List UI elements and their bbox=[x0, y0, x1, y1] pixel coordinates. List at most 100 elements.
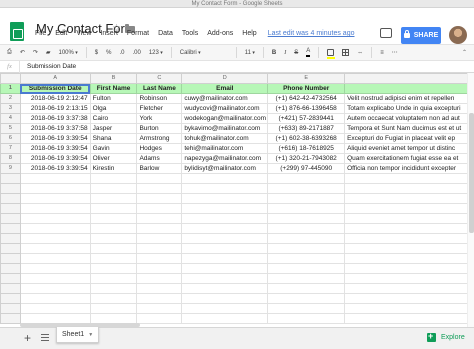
email-cell[interactable]: napezyga@mailinator.com bbox=[181, 153, 269, 164]
decrease-decimals-button[interactable]: .0 bbox=[119, 50, 124, 56]
empty-cell[interactable] bbox=[181, 243, 269, 254]
row-number[interactable] bbox=[0, 293, 21, 304]
row-number[interactable]: 1 bbox=[0, 83, 21, 94]
empty-cell[interactable] bbox=[267, 233, 346, 244]
row-number[interactable]: 8 bbox=[0, 153, 21, 164]
empty-cell[interactable] bbox=[267, 263, 346, 274]
empty-cell[interactable] bbox=[89, 253, 138, 264]
message-cell[interactable]: Tempora et Sunt Nam ducimus est et ut bbox=[344, 123, 474, 134]
empty-cell[interactable] bbox=[344, 313, 474, 324]
menu-tools[interactable]: Tools bbox=[182, 30, 198, 41]
phone-cell[interactable]: (+1) 320-21-7943082 bbox=[267, 153, 346, 164]
empty-cell[interactable] bbox=[136, 173, 183, 184]
column-header[interactable] bbox=[344, 73, 474, 84]
row-number[interactable] bbox=[0, 173, 21, 184]
row-number[interactable] bbox=[0, 183, 21, 194]
empty-cell[interactable] bbox=[89, 193, 138, 204]
select-all-corner[interactable] bbox=[0, 73, 21, 84]
share-button[interactable]: SHARE bbox=[401, 27, 441, 44]
phone-cell[interactable]: (+1) 642-42-4732564 bbox=[267, 93, 346, 104]
submission-date-cell[interactable]: 2018-06-19 3:37:38 bbox=[19, 113, 91, 124]
sheets-logo-icon[interactable] bbox=[10, 22, 24, 41]
submission-date-cell[interactable]: 2018-06-19 3:39:54 bbox=[19, 133, 91, 144]
empty-cell[interactable] bbox=[136, 243, 183, 254]
empty-cell[interactable] bbox=[19, 243, 91, 254]
phone-cell[interactable]: (+616) 18-7618925 bbox=[267, 143, 346, 154]
empty-cell[interactable] bbox=[267, 243, 346, 254]
add-sheet-icon[interactable]: + bbox=[24, 331, 31, 345]
empty-cell[interactable] bbox=[19, 253, 91, 264]
borders-icon[interactable] bbox=[342, 49, 350, 56]
empty-cell[interactable] bbox=[267, 253, 346, 264]
empty-cell[interactable] bbox=[181, 263, 269, 274]
first-name-cell[interactable]: Fulton bbox=[89, 93, 138, 104]
menu-file[interactable]: File bbox=[35, 30, 46, 41]
empty-cell[interactable] bbox=[89, 273, 138, 284]
empty-cell[interactable] bbox=[181, 233, 269, 244]
more-formats-select[interactable]: 123 bbox=[149, 50, 163, 56]
empty-cell[interactable] bbox=[181, 303, 269, 314]
first-name-cell[interactable]: Cairo bbox=[89, 113, 138, 124]
phone-cell[interactable]: (+1) 876-66-1396458 bbox=[267, 103, 346, 114]
row-number[interactable]: 6 bbox=[0, 133, 21, 144]
empty-cell[interactable] bbox=[89, 293, 138, 304]
row-number[interactable] bbox=[0, 203, 21, 214]
empty-cell[interactable] bbox=[267, 223, 346, 234]
empty-cell[interactable] bbox=[344, 303, 474, 314]
last-name-cell[interactable]: Burton bbox=[136, 123, 183, 134]
menu-format[interactable]: Format bbox=[127, 30, 149, 41]
bold-button[interactable]: B bbox=[272, 50, 276, 56]
empty-cell[interactable] bbox=[19, 183, 91, 194]
row-number[interactable] bbox=[0, 213, 21, 224]
text-color-button[interactable]: A bbox=[306, 48, 311, 57]
column-header[interactable]: A bbox=[19, 73, 91, 84]
empty-cell[interactable] bbox=[19, 313, 91, 324]
empty-cell[interactable] bbox=[136, 183, 183, 194]
empty-cell[interactable] bbox=[89, 183, 138, 194]
empty-cell[interactable] bbox=[89, 313, 138, 324]
row-number[interactable] bbox=[0, 233, 21, 244]
email-cell[interactable]: bylidisyt@mailinator.com bbox=[181, 163, 269, 174]
row-number[interactable]: 9 bbox=[0, 163, 21, 174]
last-name-cell[interactable]: Barlow bbox=[136, 163, 183, 174]
first-name-cell[interactable]: Oliver bbox=[89, 153, 138, 164]
last-edit-link[interactable]: Last edit was 4 minutes ago bbox=[268, 30, 355, 41]
submission-date-cell[interactable]: 2018-06-19 3:39:54 bbox=[19, 143, 91, 154]
header-cell-first-name[interactable]: First Name bbox=[89, 83, 138, 94]
empty-cell[interactable] bbox=[89, 233, 138, 244]
undo-icon[interactable]: ↶ bbox=[20, 49, 25, 56]
empty-cell[interactable] bbox=[344, 253, 474, 264]
submission-date-cell[interactable]: 2018-06-19 3:39:54 bbox=[19, 153, 91, 164]
last-name-cell[interactable]: York bbox=[136, 113, 183, 124]
first-name-cell[interactable]: Kirestin bbox=[89, 163, 138, 174]
first-name-cell[interactable]: Gavin bbox=[89, 143, 138, 154]
empty-cell[interactable] bbox=[344, 223, 474, 234]
email-cell[interactable]: tohuk@mailinator.com bbox=[181, 133, 269, 144]
empty-cell[interactable] bbox=[19, 213, 91, 224]
empty-cell[interactable] bbox=[344, 273, 474, 284]
empty-cell[interactable] bbox=[267, 183, 346, 194]
empty-cell[interactable] bbox=[89, 213, 138, 224]
paint-format-icon[interactable]: ▰ bbox=[46, 49, 51, 56]
empty-cell[interactable] bbox=[267, 313, 346, 324]
empty-cell[interactable] bbox=[89, 303, 138, 314]
menu-view[interactable]: View bbox=[76, 30, 91, 41]
email-cell[interactable]: wudycovi@mailinator.com bbox=[181, 103, 269, 114]
vertical-scrollbar[interactable] bbox=[467, 73, 474, 327]
empty-cell[interactable] bbox=[19, 293, 91, 304]
row-number[interactable]: 4 bbox=[0, 113, 21, 124]
empty-cell[interactable] bbox=[136, 293, 183, 304]
menu-edit[interactable]: Edit bbox=[55, 30, 67, 41]
empty-cell[interactable] bbox=[89, 223, 138, 234]
row-number[interactable]: 5 bbox=[0, 123, 21, 134]
last-name-cell[interactable]: Robinson bbox=[136, 93, 183, 104]
menu-addons[interactable]: Add-ons bbox=[207, 30, 233, 41]
empty-cell[interactable] bbox=[89, 263, 138, 274]
submission-date-cell[interactable]: 2018-06-19 3:37:58 bbox=[19, 123, 91, 134]
row-number[interactable] bbox=[0, 313, 21, 324]
empty-cell[interactable] bbox=[344, 293, 474, 304]
currency-format-button[interactable]: $ bbox=[95, 50, 98, 56]
spreadsheet-grid[interactable]: A B C D E 1 Submission Date First Name L… bbox=[0, 73, 474, 327]
first-name-cell[interactable]: Olga bbox=[89, 103, 138, 114]
header-cell-submission-date[interactable]: Submission Date bbox=[19, 83, 91, 94]
